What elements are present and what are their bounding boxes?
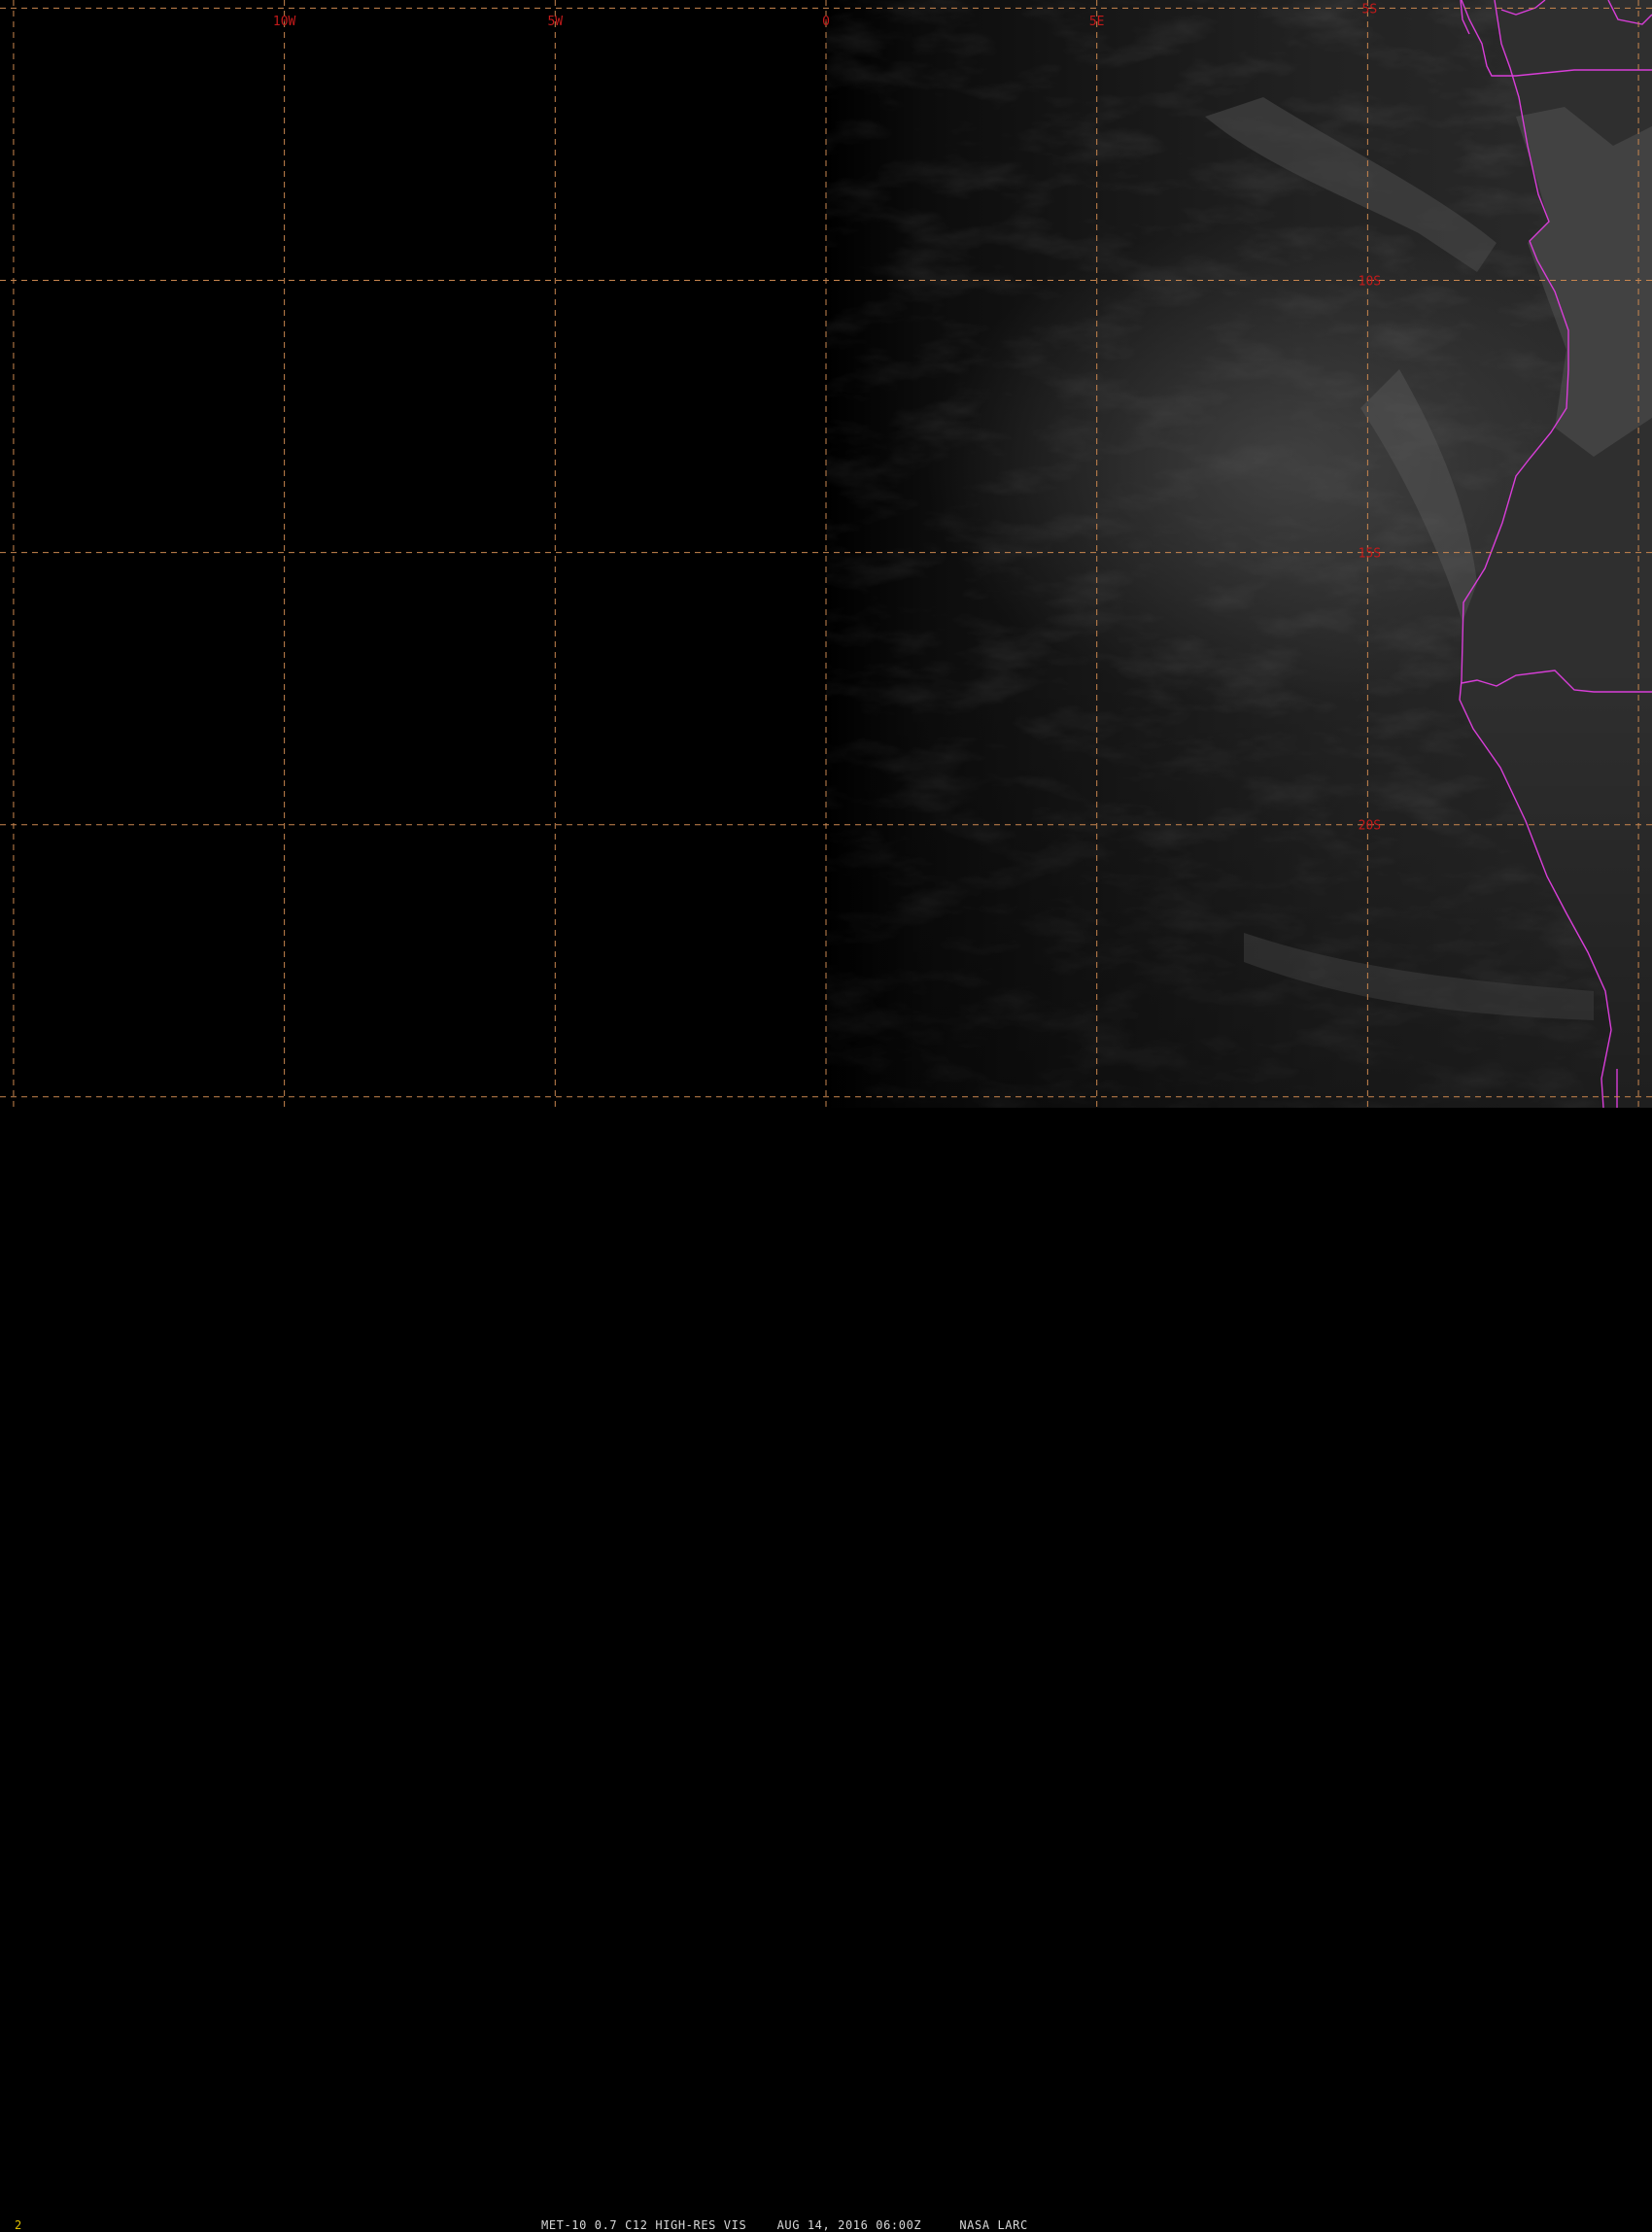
- image-info-caption: MET-10 0.7 C12 HIGH-RES VIS AUG 14, 2016…: [541, 2218, 1028, 2232]
- longitude-label: 0: [822, 15, 830, 29]
- frame-number: 2: [15, 2218, 22, 2232]
- satellite-map: 10W 5W 0 5E 5S 10S 15S 20S: [0, 0, 1652, 1109]
- longitude-label: 10W: [273, 15, 296, 29]
- latitude-label: 20S: [1359, 819, 1381, 834]
- status-bar: 2 MET-10 0.7 C12 HIGH-RES VIS AUG 14, 20…: [0, 1108, 1652, 2232]
- latitude-label: 5S: [1362, 2, 1378, 17]
- longitude-label: 5E: [1089, 15, 1105, 29]
- longitude-label: 5W: [547, 15, 563, 29]
- latitude-label: 15S: [1359, 547, 1381, 562]
- latitude-label: 10S: [1359, 275, 1381, 290]
